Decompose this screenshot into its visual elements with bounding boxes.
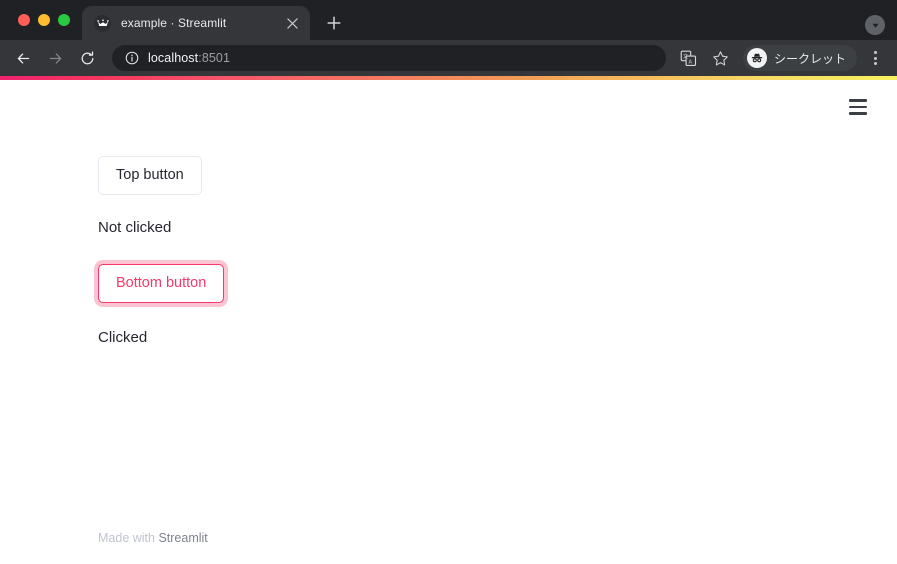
url-port: :8501 (198, 51, 231, 65)
kebab-dot-1 (873, 51, 877, 54)
browser-toolbar: localhost:8501 文 A シークレット (0, 40, 897, 76)
address-bar[interactable]: localhost:8501 (112, 45, 666, 71)
new-tab-button[interactable] (320, 9, 348, 37)
close-window-button[interactable] (18, 14, 30, 26)
page-viewport: Top button Not clicked Bottom button Cli… (0, 76, 897, 564)
bottom-button-status-text: Clicked (98, 328, 148, 346)
back-button[interactable] (8, 43, 38, 73)
url-host: localhost (148, 51, 199, 65)
incognito-icon (746, 48, 767, 68)
spacer-after-top-button (98, 195, 897, 217)
streamlit-crown-favicon (94, 14, 111, 32)
tab-strip: example · Streamlit (0, 0, 897, 40)
site-info-icon[interactable] (124, 51, 139, 66)
window-traffic-lights (0, 0, 80, 40)
incognito-indicator[interactable]: シークレット (742, 45, 857, 71)
svg-text:A: A (689, 59, 693, 65)
bottom-button[interactable]: Bottom button (98, 263, 225, 303)
streamlit-app-content: Top button Not clicked Bottom button Cli… (0, 76, 897, 349)
spacer-after-bottom-button (98, 303, 897, 327)
incognito-label: シークレット (773, 51, 846, 66)
minimize-window-button[interactable] (38, 14, 50, 26)
tabstrip-right-controls (865, 15, 897, 40)
forward-button[interactable] (40, 43, 70, 73)
footer-streamlit-link[interactable]: Streamlit (158, 531, 207, 545)
streamlit-footer: Made with Streamlit (98, 531, 208, 545)
browser-window: example · Streamlit localhost:8501 文 A シ… (0, 0, 897, 564)
kebab-dot-2 (873, 56, 877, 60)
maximize-window-button[interactable] (58, 14, 70, 26)
profile-chevron-icon[interactable] (865, 15, 885, 35)
close-tab-icon[interactable] (282, 13, 302, 33)
top-button[interactable]: Top button (98, 156, 202, 196)
kebab-dot-3 (873, 62, 877, 65)
tab-title: example · Streamlit (121, 16, 227, 30)
address-bar-url: localhost:8501 (148, 51, 230, 65)
translate-icon[interactable]: 文 A (676, 45, 702, 71)
kebab-menu-icon[interactable] (863, 45, 887, 71)
bookmark-star-icon[interactable] (708, 45, 734, 71)
svg-text:文: 文 (683, 52, 688, 59)
top-button-status-text: Not clicked (98, 219, 172, 237)
spacer-after-top-status (98, 240, 897, 264)
browser-tab-example-streamlit[interactable]: example · Streamlit (82, 6, 310, 40)
reload-button[interactable] (72, 43, 102, 73)
footer-prefix-text: Made with (98, 531, 159, 545)
